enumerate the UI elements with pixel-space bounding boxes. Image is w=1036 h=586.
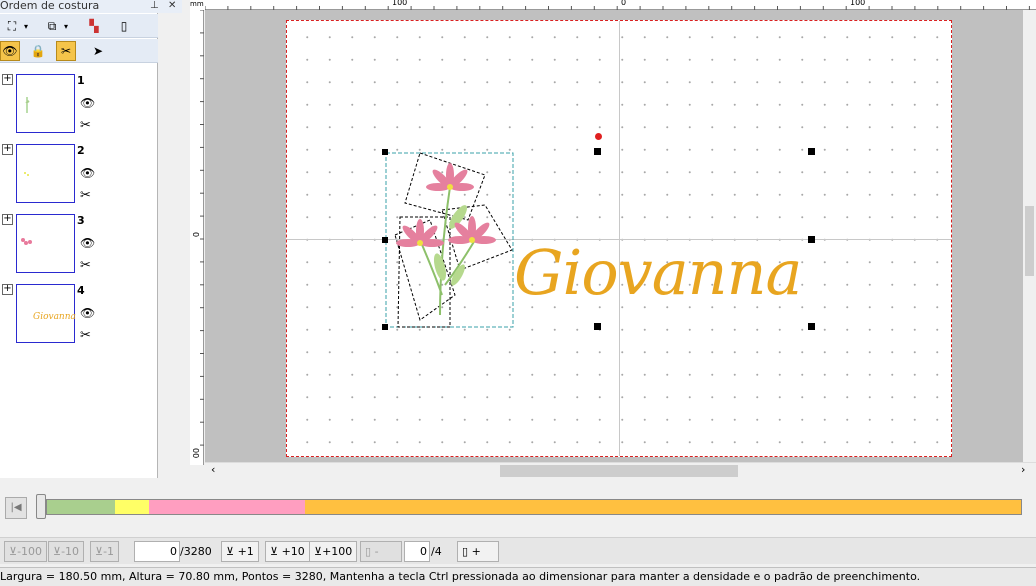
chevron-down-icon[interactable]: ▾: [20, 16, 32, 36]
list-item[interactable]: + 3 👁 ✂: [0, 214, 158, 278]
resize-handle[interactable]: [382, 324, 388, 330]
pointer-icon[interactable]: ➤: [88, 41, 108, 61]
resize-handle[interactable]: [808, 236, 815, 243]
eye-icon[interactable]: 👁: [80, 236, 95, 250]
resize-handle[interactable]: [382, 237, 388, 243]
scrollbar-thumb[interactable]: [500, 465, 738, 477]
item-number: 4: [77, 284, 85, 297]
flower-design[interactable]: [380, 145, 520, 335]
back-100-button[interactable]: ⊻-100: [4, 541, 48, 562]
panel-title-bar: Ordem de costura ⊥ ✕: [0, 0, 182, 13]
ruler-label: 00: [191, 448, 200, 459]
stitch-slider-handle[interactable]: [36, 494, 46, 519]
stitch-navigation-toolbar: ⊻-100 ⊻-10 ⊻-1 0 /3280 ⊻ +1 ⊻ +10 ⊻+100 …: [0, 537, 1036, 564]
scissors-icon[interactable]: ✂: [80, 328, 91, 343]
scissors-icon[interactable]: ✂: [80, 188, 91, 203]
color-segment[interactable]: [149, 500, 306, 514]
panel-title: Ordem de costura: [0, 0, 100, 12]
panel-toolbar-2: 👁 🔒 ✂ ➤: [0, 39, 158, 63]
back-10-button[interactable]: ⊻-10: [48, 541, 85, 562]
scissors-icon[interactable]: ✂: [56, 41, 76, 61]
chevron-down-icon[interactable]: ▾: [60, 16, 72, 36]
eye-icon[interactable]: 👁: [80, 306, 95, 320]
thumbnail[interactable]: [16, 144, 75, 203]
scissors-icon[interactable]: ✂: [80, 118, 91, 133]
resize-handle[interactable]: [808, 148, 815, 155]
forward-100-button[interactable]: ⊻+100: [309, 541, 358, 562]
horizontal-scrollbar[interactable]: ‹ ›: [205, 462, 1036, 478]
expand-icon[interactable]: +: [2, 144, 13, 155]
expand-icon[interactable]: +: [2, 284, 13, 295]
forward-10-button[interactable]: ⊻ +10: [265, 541, 310, 562]
item-number: 2: [77, 144, 85, 157]
prev-color-button[interactable]: ▯ -: [360, 541, 402, 562]
scissors-icon[interactable]: ✂: [80, 258, 91, 273]
resize-handle[interactable]: [594, 323, 601, 330]
vertical-scrollbar[interactable]: [1023, 10, 1036, 462]
lock-icon[interactable]: 🔒: [28, 41, 48, 61]
resize-handle[interactable]: [382, 149, 388, 155]
color-segment[interactable]: [47, 500, 116, 514]
select-frame-icon[interactable]: ⛶: [2, 16, 22, 36]
scroll-left-icon[interactable]: ‹: [211, 463, 215, 476]
color-sort-icon[interactable]: ▚: [84, 16, 104, 36]
ruler-left: 0 00: [190, 9, 204, 465]
thumbnail[interactable]: [16, 214, 75, 273]
item-number: 3: [77, 214, 85, 227]
sewing-order-panel: Ordem de costura ⊥ ✕ ⛶ ▾ ⧉ ▾ ▚ ▯ 👁 🔒 ✂ ➤…: [0, 0, 182, 478]
close-icon[interactable]: ✕: [168, 0, 176, 12]
scroll-right-icon[interactable]: ›: [1021, 463, 1025, 476]
design-text[interactable]: Giovanna: [514, 233, 802, 313]
frame-icon[interactable]: ▯: [114, 16, 134, 36]
resize-handle[interactable]: [594, 148, 601, 155]
pin-icon[interactable]: ⊥: [150, 0, 159, 12]
color-sequence-bar[interactable]: [46, 499, 1022, 515]
next-color-button[interactable]: ▯ +: [457, 541, 499, 562]
thumbnail-text: Giovanna: [33, 312, 76, 322]
list-item[interactable]: + 2 👁 ✂: [0, 144, 158, 208]
forward-1-button[interactable]: ⊻ +1: [221, 541, 259, 562]
ruler-top: 100 0 100: [204, 0, 1036, 10]
color-total: /4: [431, 545, 442, 558]
expand-icon[interactable]: +: [2, 214, 13, 225]
rotate-handle[interactable]: [595, 133, 602, 140]
panel-toolbar-1: ⛶ ▾ ⧉ ▾ ▚ ▯: [0, 14, 158, 38]
ruler-unit: mm: [190, 0, 205, 10]
color-segment[interactable]: [115, 500, 150, 514]
thumbnail[interactable]: Giovanna: [16, 284, 76, 343]
thumbnail[interactable]: [16, 74, 75, 133]
back-1-button[interactable]: ⊻-1: [90, 541, 120, 562]
stitch-position-field[interactable]: 0: [134, 541, 180, 562]
ruler-label: 0: [191, 232, 200, 238]
expand-icon[interactable]: +: [2, 74, 13, 85]
scrollbar-thumb[interactable]: [1025, 206, 1034, 276]
ruler-label: 0: [621, 0, 627, 7]
color-segment[interactable]: [305, 500, 1022, 514]
ruler-label: 100: [850, 0, 866, 7]
move-object-icon[interactable]: ⧉: [42, 16, 62, 36]
eye-icon[interactable]: 👁: [80, 96, 95, 110]
eye-icon[interactable]: 👁: [80, 166, 95, 180]
status-bar: Largura = 180.50 mm, Altura = 70.80 mm, …: [0, 567, 1036, 586]
stitch-total: /3280: [180, 545, 212, 558]
item-number: 1: [77, 74, 85, 87]
eye-icon[interactable]: 👁: [0, 41, 20, 61]
go-to-start-icon[interactable]: |◀: [5, 497, 27, 519]
list-item[interactable]: + Giovanna 4 👁 ✂: [0, 284, 158, 348]
ruler-label: 100: [392, 0, 408, 7]
list-item[interactable]: + 1 👁 ✂: [0, 74, 158, 138]
resize-handle[interactable]: [808, 323, 815, 330]
color-position-field[interactable]: 0: [404, 541, 430, 562]
